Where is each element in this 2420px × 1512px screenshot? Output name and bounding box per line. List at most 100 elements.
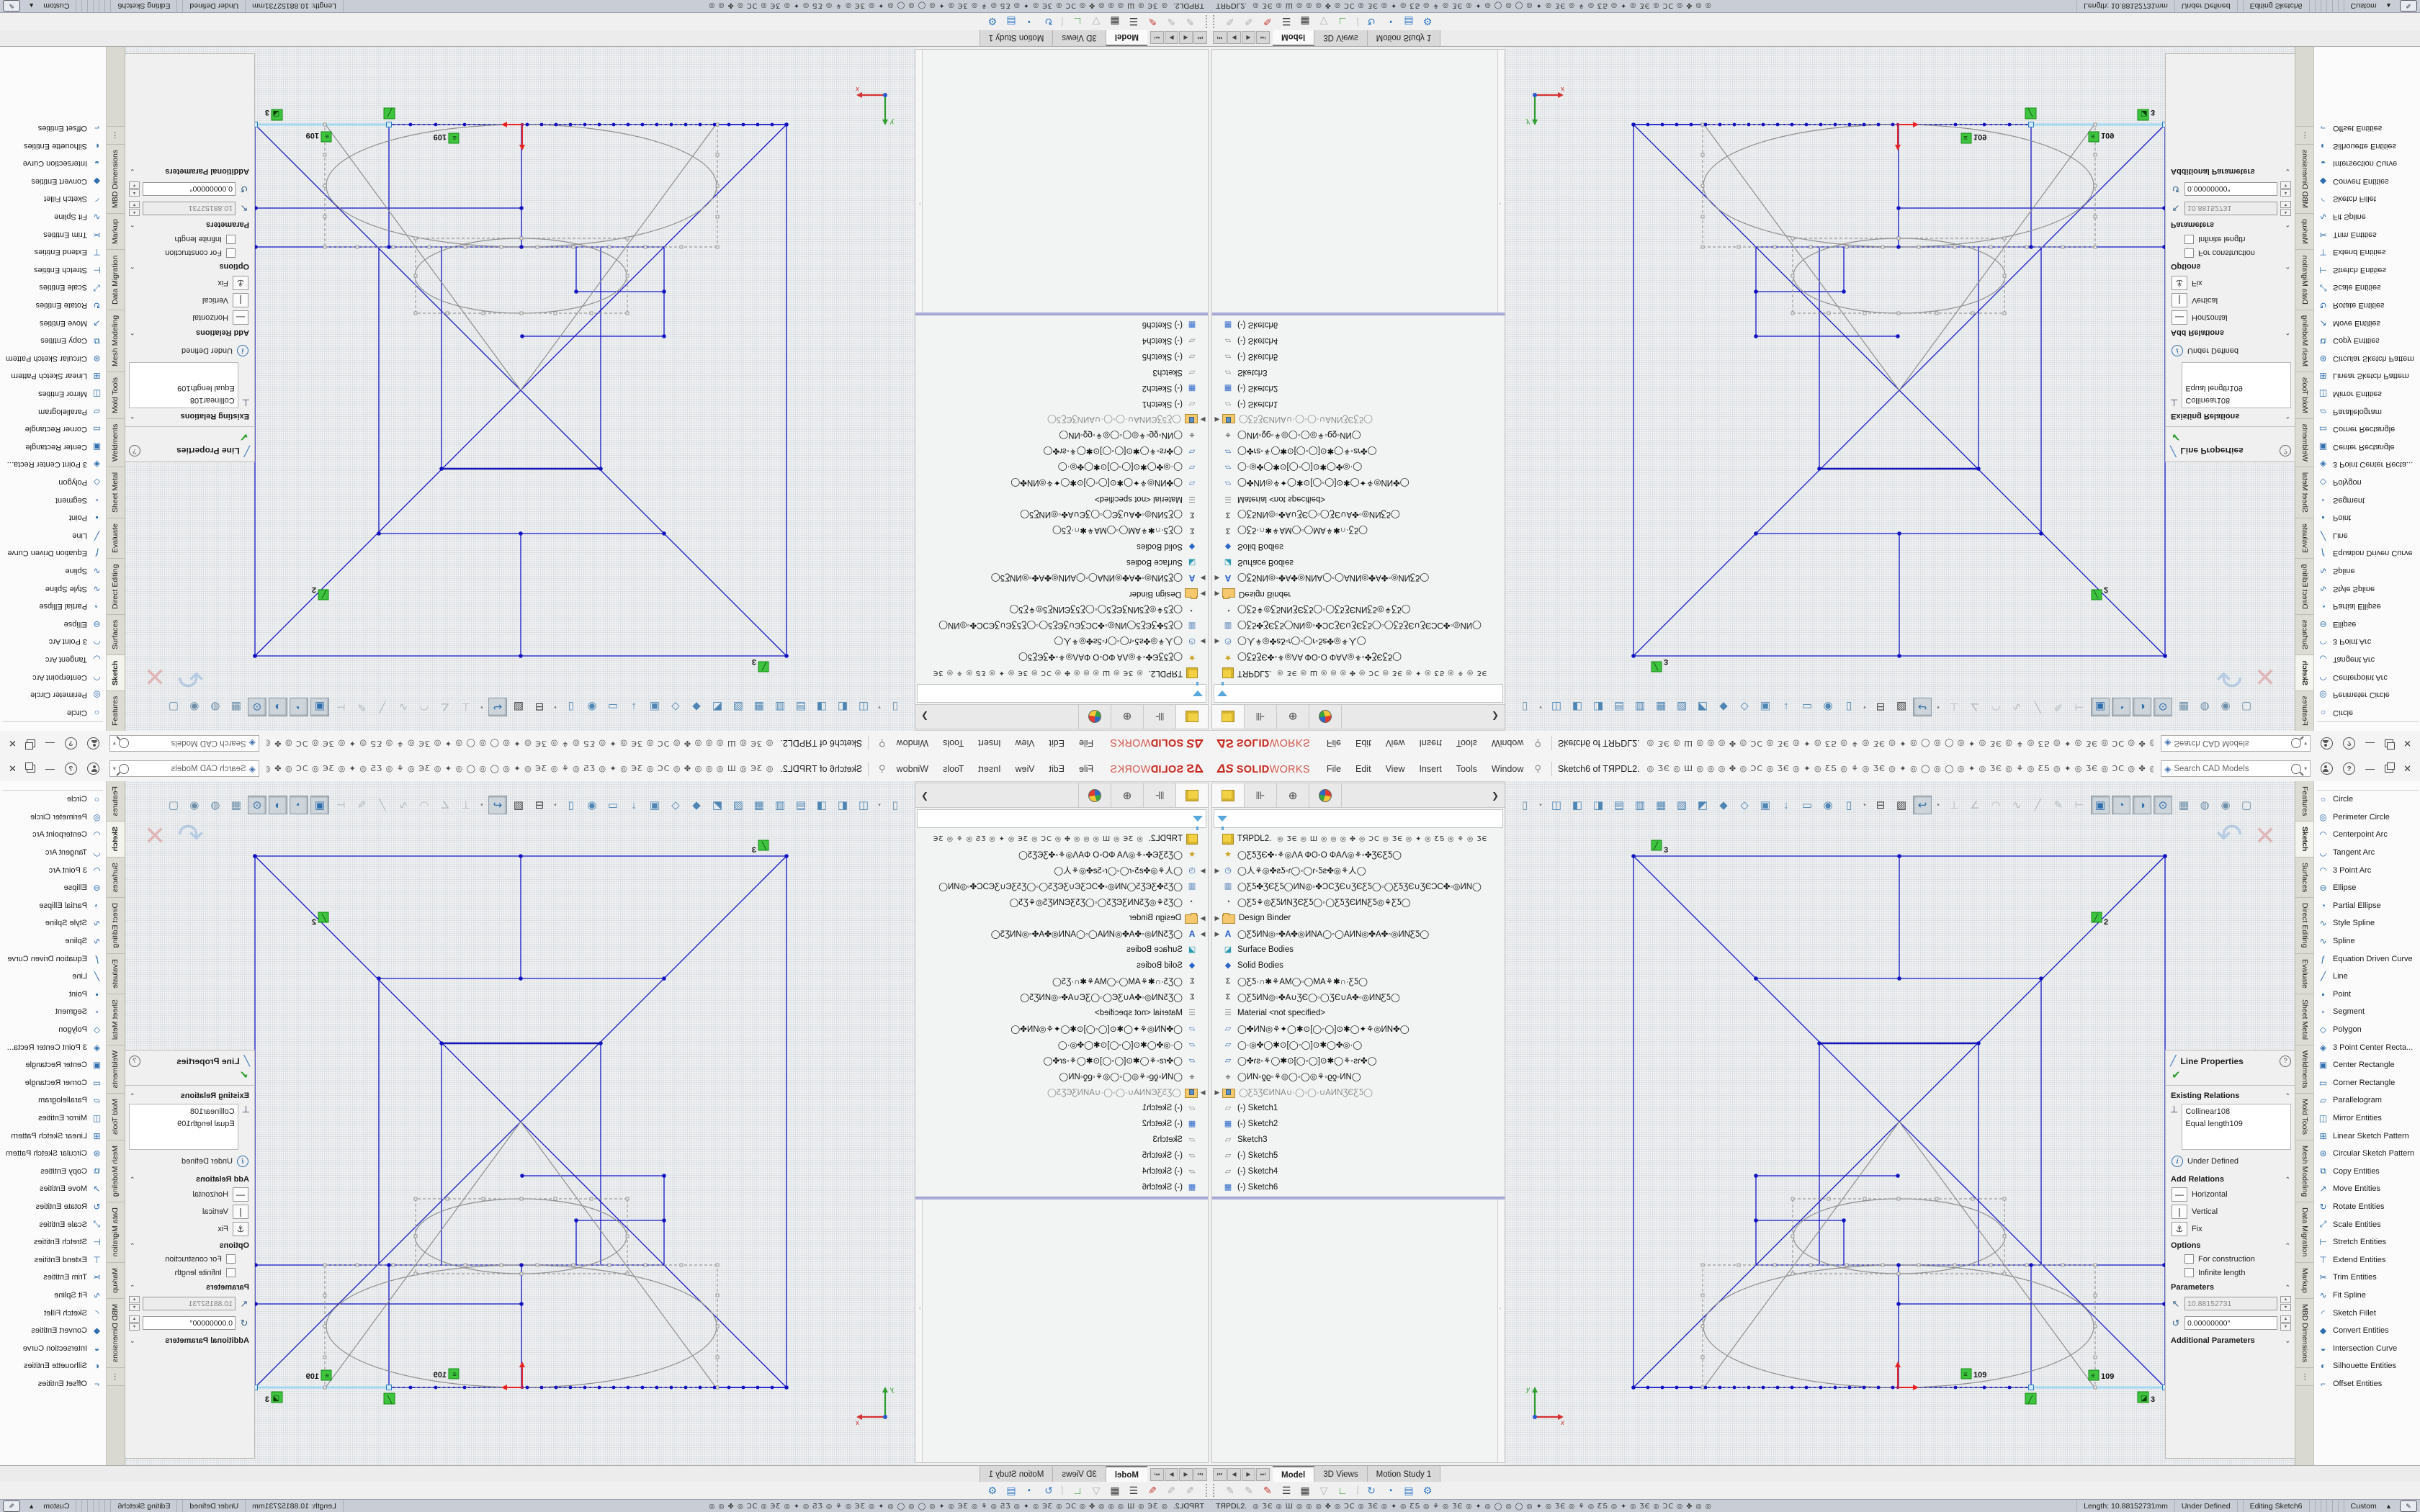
- tree-item[interactable]: (-) Sketch1: [915, 1100, 1208, 1116]
- section-options[interactable]: Options⌃: [125, 260, 254, 274]
- tree-item[interactable]: ▶ Design Binder: [1212, 910, 1505, 926]
- tool-list-item[interactable]: ▫ Segment: [2314, 1003, 2420, 1021]
- close-button[interactable]: ✕: [9, 738, 17, 750]
- document-tab[interactable]: Motion Study 1: [980, 30, 1053, 46]
- tool-list-item[interactable]: ⊤ Extend Entities: [2314, 243, 2420, 261]
- section-parameters[interactable]: Parameters⌃: [2166, 218, 2295, 233]
- menu-item[interactable]: Insert: [972, 761, 1007, 777]
- relations-listbox[interactable]: Collinear108 Equal length109: [2182, 1104, 2291, 1150]
- tree-item[interactable]: ◯ƸƼ⚘◎ƸƼИΝƷЄƸƼ◯◦◯ƸƼƷЄИΝƸƼ◎⚘ƸƼ◯: [915, 894, 1208, 910]
- tree-item[interactable]: ◯ƸƼИΝ◎◦✤A∪ƷЄ◯◦◯ƷЄ∪A✤◦◎ИΝƸƼ◯: [915, 989, 1208, 1005]
- expand-arrow-icon[interactable]: ▶: [1198, 930, 1208, 938]
- panel-help-icon[interactable]: ?: [2280, 446, 2291, 457]
- tool-list-item[interactable]: ▪ Point: [0, 509, 106, 527]
- tool-list-item[interactable]: ╱ Line: [2314, 526, 2420, 544]
- tree-item[interactable]: ◯ИΝ◦ƍϱ◦⚘◎◯◦◯◎⚘◦ϱƍ◦ИΝ◯: [915, 1068, 1208, 1084]
- tab-nav-button[interactable]: ▶: [1165, 32, 1178, 45]
- command-tab[interactable]: Evaluate: [2295, 954, 2314, 994]
- tree-item[interactable]: ▶ ◯人⚘◎✤ƨƼ◦ɾ◯◦◯ɾ◦Ƽƨ✤◎⚘人◯: [915, 863, 1208, 878]
- bottom-toolbar-icon[interactable]: ▤: [1004, 16, 1018, 28]
- bottom-toolbar-icon[interactable]: ▽: [1317, 16, 1331, 28]
- relation-badge-right[interactable]: ╱ 2: [2092, 585, 2108, 600]
- relation-badge-equal-right[interactable]: ≡ 109: [306, 1370, 331, 1381]
- menu-item[interactable]: Window: [890, 761, 935, 777]
- tool-list-item[interactable]: ⤢ Scale Entities: [2314, 1215, 2420, 1233]
- tool-list-item[interactable]: ◫ Mirror Entities: [2314, 1110, 2420, 1128]
- relation-badge-right[interactable]: ╱ 2: [312, 912, 328, 927]
- length-spinner[interactable]: ▲▼: [2280, 201, 2291, 216]
- menu-item[interactable]: File: [1072, 736, 1100, 752]
- tool-list-item[interactable]: ⊛ Circular Sketch Pattern: [2314, 350, 2420, 368]
- relation-badge-pencil[interactable]: ╱: [2025, 1393, 2036, 1404]
- tree-item[interactable]: Surface Bodies: [915, 554, 1208, 570]
- add-relation-button[interactable]: — Horizontal: [125, 309, 254, 326]
- checkbox[interactable]: [2184, 1268, 2194, 1277]
- bottom-toolbar-icon[interactable]: ↻: [1041, 16, 1056, 28]
- tab-dimxpertmanager[interactable]: [1078, 705, 1111, 729]
- bottom-toolbar-icon[interactable]: ▽: [1089, 1485, 1103, 1497]
- tree-item[interactable]: ◯ƸƼƷЄ✤◦⚘◎ΛA ΦΟ◦Ο ΦAΛ◎⚘◦✤ƷЄƸƼ◯: [1212, 847, 1505, 863]
- relation-badge-right[interactable]: ╱ 2: [2092, 912, 2108, 927]
- tree-item[interactable]: (-) Sketch5: [1212, 348, 1505, 364]
- tool-list-item[interactable]: ✂ Trim Entities: [0, 225, 106, 243]
- menu-item[interactable]: Edit: [1042, 736, 1071, 752]
- minimize-button[interactable]: —: [2365, 763, 2375, 774]
- tool-list-item[interactable]: ∿ Style Spline: [2314, 914, 2420, 932]
- tool-list-item[interactable]: ▭ Corner Rectangle: [0, 420, 106, 438]
- tool-list-item[interactable]: ▪ Point: [2314, 986, 2420, 1004]
- tool-list-item[interactable]: ∿ Style Spline: [0, 914, 106, 932]
- minimize-button[interactable]: —: [45, 763, 55, 774]
- bottom-toolbar-icon[interactable]: ◔: [1383, 16, 1397, 28]
- tree-item[interactable]: ▶ Design Binder: [915, 586, 1208, 602]
- length-field[interactable]: 10.88152731: [2184, 1297, 2277, 1310]
- tree-item[interactable]: ◯ƸƼИΝ◎◦✤A∪ƷЄ◯◦◯ƷЄ∪A✤◦◎ИΝƸƼ◯: [915, 507, 1208, 523]
- command-tab[interactable]: MBD Dimensions: [106, 144, 125, 213]
- relation-badge-equal-left[interactable]: ≡ 109: [434, 1369, 459, 1380]
- tree-item[interactable]: Surface Bodies: [1212, 942, 1505, 958]
- document-tab[interactable]: Model: [1106, 30, 1147, 46]
- bottom-toolbar-icon[interactable]: ✎: [1145, 16, 1160, 28]
- tab-nav-button[interactable]: ⏭: [1256, 32, 1270, 45]
- checkbox[interactable]: [2184, 248, 2194, 258]
- menu-item[interactable]: View: [1379, 761, 1412, 777]
- tab-nav-button[interactable]: ⏭: [1256, 1468, 1270, 1481]
- add-relation-button[interactable]: — Horizontal: [125, 1186, 254, 1203]
- expand-arrow-icon[interactable]: ▶: [1198, 590, 1208, 598]
- tab-featuremanager[interactable]: [1175, 783, 1208, 807]
- tree-item[interactable]: ▶ Design Binder: [1212, 586, 1505, 602]
- bottom-toolbar-icon[interactable]: ▽: [1317, 1485, 1331, 1497]
- tool-list-item[interactable]: ◫ Mirror Entities: [0, 1110, 106, 1128]
- tool-list-item[interactable]: ▱ Parallelogram: [2314, 1092, 2420, 1110]
- tree-item[interactable]: ▶ ◯人⚘◎✤ƨƼ◦ɾ◯◦◯ɾ◦Ƽƨ✤◎⚘人◯: [1212, 634, 1505, 649]
- tool-list-item[interactable]: ⌐ Offset Entities: [0, 120, 106, 138]
- command-tab[interactable]: Markup: [106, 213, 125, 249]
- tool-list-item[interactable]: ╱ Line: [0, 968, 106, 986]
- document-tab[interactable]: Motion Study 1: [980, 1466, 1053, 1482]
- tool-list-item[interactable]: ⧉ Copy Entities: [0, 1162, 106, 1180]
- search-input[interactable]: ◈ Search CAD Models ▾: [109, 735, 259, 752]
- search-dropdown-icon[interactable]: ▾: [113, 765, 116, 772]
- tree-item[interactable]: (-) Sketch2: [1212, 380, 1505, 396]
- menu-item[interactable]: View: [1379, 736, 1412, 752]
- menu-item[interactable]: File: [1320, 761, 1348, 777]
- tool-list-item[interactable]: ▪ Point: [2314, 509, 2420, 527]
- length-field[interactable]: 10.88152731: [143, 1297, 236, 1310]
- command-tab[interactable]: Mold Tools: [2295, 372, 2314, 418]
- tree-item[interactable]: Surface Bodies: [915, 942, 1208, 958]
- tool-list-item[interactable]: ◠ 3 Point Arc: [2314, 861, 2420, 879]
- restore-button[interactable]: [27, 739, 35, 747]
- menu-item[interactable]: Edit: [1042, 761, 1071, 777]
- tree-item[interactable]: ▶ ◯人⚘◎✤ƨƼ◦ɾ◯◦◯ɾ◦Ƽƨ✤◎⚘人◯: [1212, 863, 1505, 878]
- bottom-toolbar-icon[interactable]: ❘: [1060, 16, 1066, 28]
- tool-list-item[interactable]: ⊞ Linear Sketch Pattern: [2314, 367, 2420, 385]
- chevron-down-icon[interactable]: ⌄: [2285, 168, 2290, 176]
- tree-item[interactable]: (-) Sketch2: [915, 1116, 1208, 1132]
- tool-list-item[interactable]: ƒ Equation Driven Curve: [0, 950, 106, 968]
- relation-badge-equal-left[interactable]: ≡ 109: [434, 132, 459, 143]
- relation-badge-equal-right[interactable]: ≡ 109: [306, 131, 331, 142]
- command-tab[interactable]: Sketch: [106, 822, 125, 857]
- pin-icon[interactable]: ⚲: [1534, 738, 1541, 750]
- document-tab[interactable]: 3D Views: [1314, 30, 1367, 46]
- command-tab[interactable]: Data Migration: [106, 1202, 125, 1262]
- command-tab[interactable]: Features: [106, 781, 125, 822]
